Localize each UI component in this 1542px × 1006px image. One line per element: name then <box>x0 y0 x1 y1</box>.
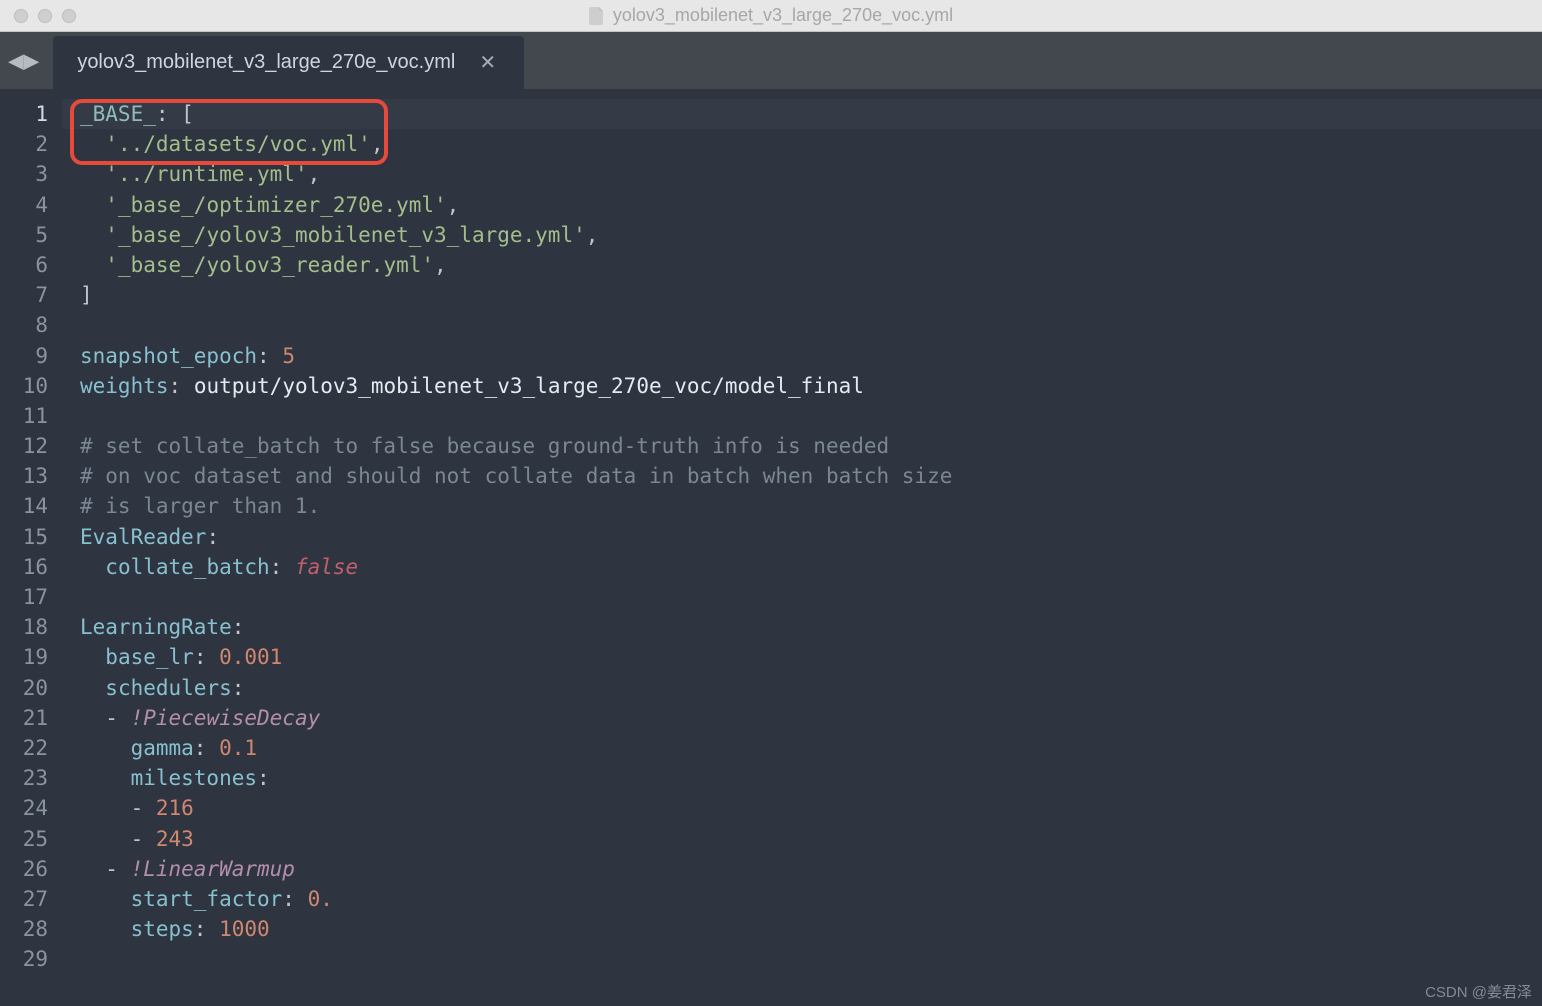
code-line: schedulers: <box>80 673 1542 703</box>
line-number: 3 <box>0 159 48 189</box>
code-line: # on voc dataset and should not collate … <box>80 461 1542 491</box>
code-line: '_base_/yolov3_reader.yml', <box>80 250 1542 280</box>
line-number: 25 <box>0 824 48 854</box>
code-line <box>80 401 1542 431</box>
code-line <box>80 582 1542 612</box>
line-number: 15 <box>0 522 48 552</box>
line-number: 1 <box>0 99 48 129</box>
code-line: start_factor: 0. <box>80 884 1542 914</box>
code-line: - 243 <box>80 824 1542 854</box>
line-number: 16 <box>0 552 48 582</box>
line-number: 2 <box>0 129 48 159</box>
line-number: 21 <box>0 703 48 733</box>
code-line: # is larger than 1. <box>80 491 1542 521</box>
code-line: _BASE_: [ <box>62 99 1542 129</box>
line-number: 23 <box>0 763 48 793</box>
tab-bar: ◀ ▶ yolov3_mobilenet_v3_large_270e_voc.y… <box>0 32 1542 89</box>
line-number: 18 <box>0 612 48 642</box>
code-line: ] <box>80 280 1542 310</box>
titlebar: yolov3_mobilenet_v3_large_270e_voc.yml <box>0 0 1542 32</box>
line-number: 22 <box>0 733 48 763</box>
close-icon[interactable]: ✕ <box>479 50 496 75</box>
code-line: base_lr: 0.001 <box>80 642 1542 672</box>
line-number: 27 <box>0 884 48 914</box>
window-title: yolov3_mobilenet_v3_large_270e_voc.yml <box>0 5 1542 26</box>
tab-label: yolov3_mobilenet_v3_large_270e_voc.yml <box>77 51 455 74</box>
code-line <box>80 310 1542 340</box>
code-line <box>80 944 1542 974</box>
line-number: 20 <box>0 673 48 703</box>
code-line: '_base_/yolov3_mobilenet_v3_large.yml', <box>80 220 1542 250</box>
line-number: 6 <box>0 250 48 280</box>
line-number: 5 <box>0 220 48 250</box>
line-number: 19 <box>0 642 48 672</box>
code-line: - 216 <box>80 793 1542 823</box>
line-number: 9 <box>0 341 48 371</box>
code-line: '_base_/optimizer_270e.yml', <box>80 190 1542 220</box>
line-number: 17 <box>0 582 48 612</box>
tab-active[interactable]: yolov3_mobilenet_v3_large_270e_voc.yml ✕ <box>53 36 524 89</box>
file-icon <box>589 7 605 25</box>
line-number: 29 <box>0 944 48 974</box>
code-line: - !LinearWarmup <box>80 854 1542 884</box>
code-line: - !PiecewiseDecay <box>80 703 1542 733</box>
line-number: 26 <box>0 854 48 884</box>
line-number: 12 <box>0 431 48 461</box>
line-gutter: 1 2 3 4 5 6 7 8 9 10 11 12 13 14 15 16 1… <box>0 89 62 980</box>
code-line: # set collate_batch to false because gro… <box>80 431 1542 461</box>
nav-back-icon[interactable]: ◀ <box>8 48 24 74</box>
watermark: CSDN @姜君泽 <box>1425 981 1532 1002</box>
line-number: 14 <box>0 491 48 521</box>
editor[interactable]: 1 2 3 4 5 6 7 8 9 10 11 12 13 14 15 16 1… <box>0 89 1542 980</box>
line-number: 24 <box>0 793 48 823</box>
line-number: 8 <box>0 310 48 340</box>
code-line: collate_batch: false <box>80 552 1542 582</box>
nav-forward-icon[interactable]: ▶ <box>24 48 40 74</box>
code-line: LearningRate: <box>80 612 1542 642</box>
code-line: steps: 1000 <box>80 914 1542 944</box>
line-number: 11 <box>0 401 48 431</box>
line-number: 4 <box>0 190 48 220</box>
line-number: 13 <box>0 461 48 491</box>
code-line: '../datasets/voc.yml', <box>80 129 1542 159</box>
code-line: milestones: <box>80 763 1542 793</box>
code-line: EvalReader: <box>80 522 1542 552</box>
code-line: '../runtime.yml', <box>80 159 1542 189</box>
line-number: 7 <box>0 280 48 310</box>
code-area[interactable]: _BASE_: [ '../datasets/voc.yml', '../run… <box>62 89 1542 980</box>
line-number: 28 <box>0 914 48 944</box>
nav-arrows: ◀ ▶ <box>0 32 53 89</box>
code-line: gamma: 0.1 <box>80 733 1542 763</box>
code-line: weights: output/yolov3_mobilenet_v3_larg… <box>80 371 1542 401</box>
line-number: 10 <box>0 371 48 401</box>
code-line: snapshot_epoch: 5 <box>80 341 1542 371</box>
